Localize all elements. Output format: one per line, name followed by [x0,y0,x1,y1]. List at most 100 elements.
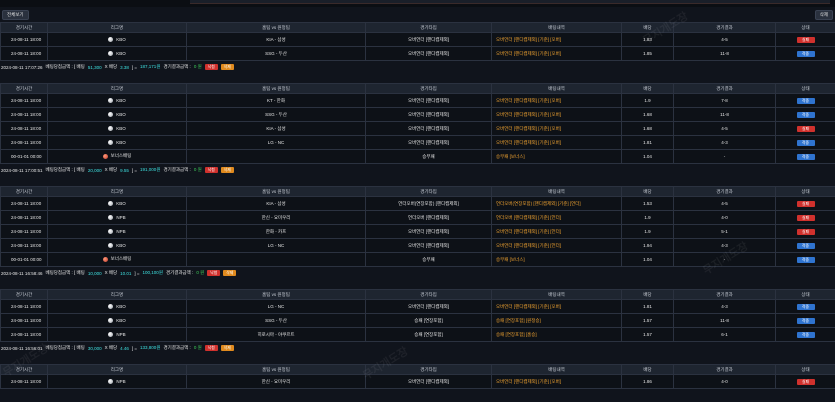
status-badge[interactable]: 적중 [796,153,815,160]
column-header: 배당 [621,364,674,375]
bet-detail: 오버언더 [핸디캡제외] [기준] [오버] [491,374,622,389]
equals-label: ] = [131,167,138,173]
lost-tag[interactable]: 낙첨 [204,167,218,173]
league-name: KBO [116,125,126,131]
status-badge[interactable]: 실패 [796,36,815,43]
payout-label: 베팅당첨금액 : [ 배팅 [45,167,85,172]
status-badge[interactable]: 적중 [796,139,815,146]
match-teams: SSG - 두산 [186,46,366,61]
odds: 1.57 [621,327,674,342]
league-cell: KBO [47,107,187,122]
league-cell: KBO [47,299,187,314]
status-cell: 실패 [775,196,835,211]
league: 보너스배팅 [102,153,132,159]
match-teams: SSG - 두산 [186,313,366,328]
bet-detail: 오버언더 [핸디캡제외] [기준] [오버] [491,107,622,122]
expected-payout: 133,800원 [140,345,161,350]
status-cell: 적중 [775,313,835,328]
status-badge[interactable]: 실패 [796,378,815,385]
status-badge[interactable]: 적중 [796,242,815,249]
league: NPB [108,378,126,384]
lost-tag[interactable]: 낙첨 [207,270,221,276]
column-header: 배당 [621,289,674,300]
league-cell: KBO [47,313,187,328]
bonus-icon [102,153,108,159]
delete-button[interactable]: 삭제 [220,64,234,70]
status-badge[interactable]: 적중 [796,317,815,324]
baseball-icon [108,200,114,206]
status-badge[interactable]: 적중 [796,50,815,57]
status-badge[interactable]: 실패 [796,228,815,235]
baseball-icon [108,303,114,309]
column-header: 경기타입 [365,22,492,33]
table-row: 24-08-11 18:00 KBO SSG - 두산 오버언더 [핸디캡제외] 오버언… [0,46,835,61]
delete-button[interactable]: 삭제 [220,345,234,351]
league-cell: KBO [47,196,187,211]
game-time: 24-08-11 18:00 [0,238,48,253]
lost-tag[interactable]: 낙첨 [204,64,218,70]
column-header: 경기시간 [0,83,48,94]
league-name: KBO [116,303,126,309]
column-header: 경기결과 [673,22,776,33]
payout-label: 베팅당첨금액 : [ 배팅 [45,345,85,350]
multiplier-label: X 배당 [104,345,118,350]
bet-type: 오버언더 [핸디캡제외] [365,121,492,136]
game-time: 24-08-11 18:00 [0,32,48,47]
column-header: 배팅내역 [491,289,622,300]
league-cell: KBO [47,46,187,61]
status-cell: 실패 [775,224,835,239]
league-name: KBO [116,139,126,145]
lost-tag[interactable]: 낙첨 [204,345,218,351]
bet-type: 오버언더 [핸디캡제외] [365,238,492,253]
league: KBO [108,36,126,42]
league-name: 보너스배팅 [110,153,132,159]
odds: 1.81 [621,135,674,150]
delete-button[interactable]: 삭제 [223,270,237,276]
status-badge[interactable]: 실패 [796,200,815,207]
status-cell: 적중 [775,149,835,164]
bet-datetime: 2024-08-11 17:00:51 [1,167,43,173]
status-badge[interactable]: 적중 [796,303,815,310]
league-name: KBO [116,200,126,206]
league-cell: KBO [47,32,187,47]
table-row: 24-08-11 18:00 NPB 한신 - 요미우리 언더오버 [핸디캡제외] 언더… [0,210,835,225]
payout-label: 베팅당첨금액 : [ 배팅 [45,64,85,69]
league-name: 보너스배팅 [110,256,132,262]
baseball-icon [108,228,114,234]
view-all-button[interactable]: 전체보기 [2,9,29,20]
expected-payout: 187,171원 [140,64,161,69]
status-badge[interactable]: 적중 [796,97,815,104]
column-header: 홈팀 vs 원정팀 [186,364,366,375]
odds: 1.9 [621,210,674,225]
expected-payout: 191,000원 [140,167,161,172]
game-score: 11-8 [673,107,776,122]
status-badge[interactable]: 적중 [796,111,815,118]
match-teams [186,252,366,267]
game-time: 24-08-11 18:00 [0,224,48,239]
league-cell: KBO [47,121,187,136]
game-score: 4-3 [673,135,776,150]
bet-detail: 오버언더 [핸디캡제외] [기준] [오버] [491,121,622,136]
header-row: 경기시간 리그명 홈팀 vs 원정팀 경기타입 배팅내역 배당 경기결과 상태 [0,83,835,94]
delete-all-button[interactable]: 삭제 [814,9,833,20]
status-badge[interactable]: 적중 [796,331,815,338]
bet-type: 오버언더 [핸디캡제외] [365,46,492,61]
table-row: 24-08-11 18:00 KBO LG - NC 오버언더 [핸디캡제외] 오버언더… [0,299,835,314]
baseball-icon [108,378,114,384]
status-badge[interactable]: 실패 [796,214,815,221]
game-score: 11-8 [673,46,776,61]
column-header: 경기결과 [673,364,776,375]
status-badge[interactable]: 실패 [796,125,815,132]
result-label: 경기결과금액 : [163,345,191,350]
league-name: NPB [116,378,126,384]
column-header: 배팅내역 [491,22,622,33]
status-badge[interactable]: 적중 [796,256,815,263]
bet-slip: 경기시간 리그명 홈팀 vs 원정팀 경기타입 배팅내역 배당 경기결과 상태 24-08-11… [0,83,835,186]
game-time: 00-01-01 00:00 [0,149,48,164]
column-header: 경기타입 [365,364,492,375]
bet-slip: 경기시간 리그명 홈팀 vs 원정팀 경기타입 배팅내역 배당 경기결과 상태 24-08-11… [0,186,835,289]
game-score: 7-8 [673,93,776,108]
delete-button[interactable]: 삭제 [220,167,234,173]
